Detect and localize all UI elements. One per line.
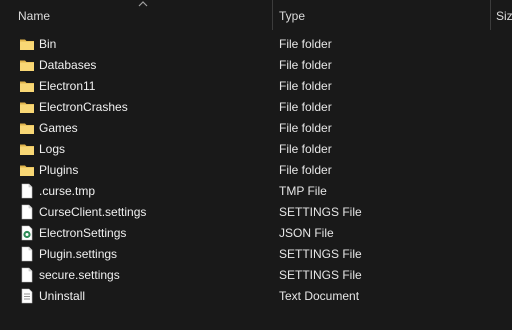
- folder-icon: [19, 120, 35, 136]
- file-name: Electron11: [39, 79, 96, 93]
- file-row[interactable]: secure.settings SETTINGS File: [0, 265, 512, 286]
- file-type: SETTINGS File: [279, 268, 362, 282]
- file-icon: [19, 183, 35, 199]
- column-header-bar: Name Type Siz: [0, 0, 512, 32]
- file-name: .curse.tmp: [39, 184, 96, 198]
- file-row[interactable]: Databases File folder: [0, 55, 512, 76]
- file-type: File folder: [279, 142, 332, 156]
- file-name: Uninstall: [39, 289, 86, 303]
- folder-icon: [19, 57, 35, 73]
- file-row[interactable]: Uninstall Text Document: [0, 286, 512, 307]
- file-list-view: Name Type Siz Bin File folder Databases Fil…: [0, 0, 512, 330]
- file-row[interactable]: Logs File folder: [0, 139, 512, 160]
- file-name: Plugin.settings: [39, 247, 118, 261]
- file-type: File folder: [279, 37, 332, 51]
- file-name: Plugins: [39, 163, 79, 177]
- file-row[interactable]: Plugin.settings SETTINGS File: [0, 244, 512, 265]
- file-name: Databases: [39, 58, 97, 72]
- file-type: JSON File: [279, 226, 334, 240]
- file-name: ElectronSettings: [39, 226, 127, 240]
- folder-icon: [19, 99, 35, 115]
- file-type: TMP File: [279, 184, 327, 198]
- file-name: Bin: [39, 37, 57, 51]
- file-icon: [19, 267, 35, 283]
- json-file-icon: [19, 225, 35, 241]
- file-type: File folder: [279, 100, 332, 114]
- text-document-icon: [19, 288, 35, 304]
- file-type: Text Document: [279, 289, 360, 303]
- file-row[interactable]: .curse.tmp TMP File: [0, 181, 512, 202]
- column-header-type[interactable]: Type: [279, 0, 484, 32]
- file-name: Games: [39, 121, 78, 135]
- file-name: ElectronCrashes: [39, 100, 128, 114]
- folder-icon: [19, 141, 35, 157]
- file-row[interactable]: CurseClient.settings SETTINGS File: [0, 202, 512, 223]
- file-name: secure.settings: [39, 268, 120, 282]
- folder-icon: [19, 36, 35, 52]
- file-row[interactable]: ElectronSettings JSON File: [0, 223, 512, 244]
- file-type: SETTINGS File: [279, 205, 362, 219]
- file-row[interactable]: ElectronCrashes File folder: [0, 97, 512, 118]
- file-type: File folder: [279, 121, 332, 135]
- file-name: CurseClient.settings: [39, 205, 147, 219]
- file-type: File folder: [279, 163, 332, 177]
- folder-icon: [19, 162, 35, 178]
- folder-icon: [19, 78, 35, 94]
- column-header-size[interactable]: Siz: [496, 0, 512, 32]
- file-name: Logs: [39, 142, 66, 156]
- file-row[interactable]: Plugins File folder: [0, 160, 512, 181]
- file-list: Bin File folder Databases File folder Electr…: [0, 34, 512, 307]
- file-type: SETTINGS File: [279, 247, 362, 261]
- column-divider[interactable]: [490, 0, 491, 30]
- sort-ascending-icon: [138, 1, 148, 7]
- file-row[interactable]: Electron11 File folder: [0, 76, 512, 97]
- file-row[interactable]: Bin File folder: [0, 34, 512, 55]
- file-icon: [19, 204, 35, 220]
- file-type: File folder: [279, 79, 332, 93]
- file-icon: [19, 246, 35, 262]
- file-type: File folder: [279, 58, 332, 72]
- column-divider[interactable]: [272, 0, 273, 30]
- file-row[interactable]: Games File folder: [0, 118, 512, 139]
